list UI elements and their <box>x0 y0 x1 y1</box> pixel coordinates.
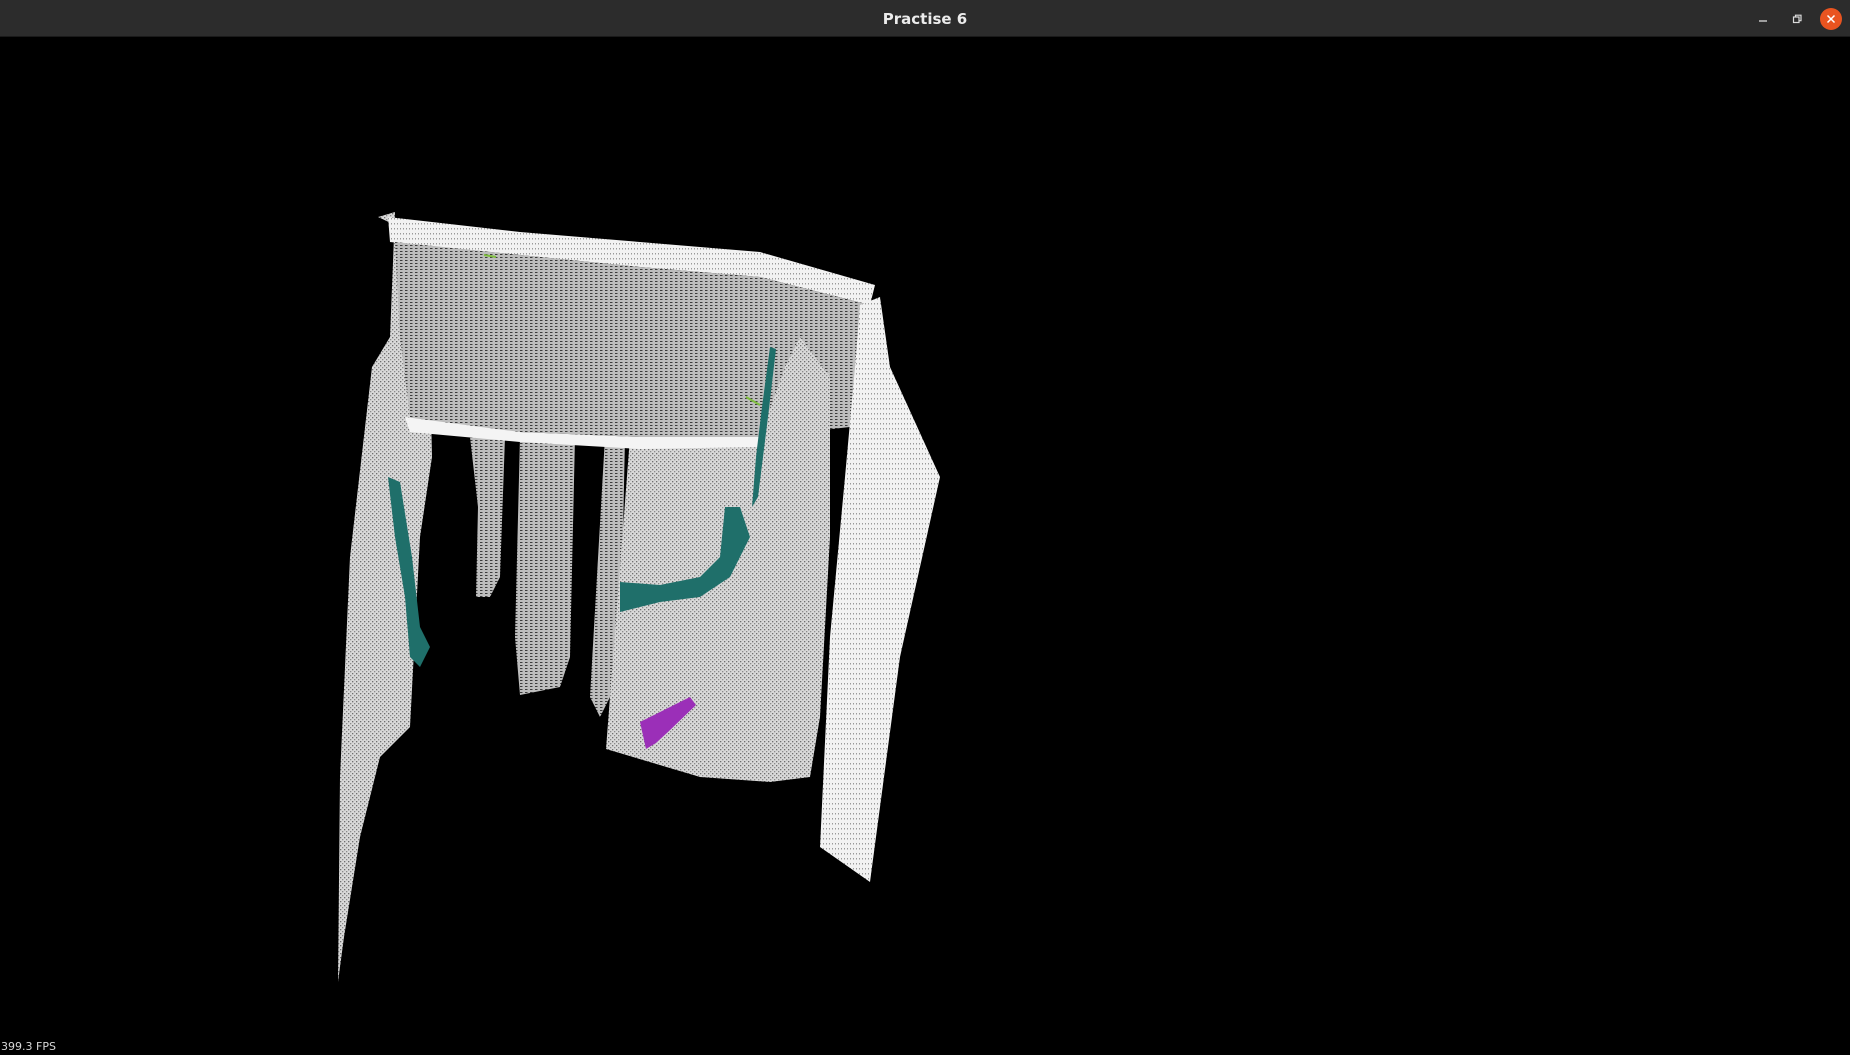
title-bar[interactable]: Practise 6 <box>0 0 1850 37</box>
maximize-button[interactable] <box>1786 8 1808 30</box>
column-mid-points <box>515 437 575 695</box>
minimize-button[interactable] <box>1752 8 1774 30</box>
restore-icon <box>1792 14 1802 24</box>
point-cloud <box>336 212 940 997</box>
application-window: Practise 6 399.3 FPS <box>0 0 1850 1055</box>
minimize-icon <box>1759 20 1767 22</box>
window-title: Practise 6 <box>882 10 968 28</box>
3d-viewport[interactable]: 399.3 FPS <box>0 37 1850 1055</box>
column-left-points <box>470 437 505 597</box>
close-icon <box>1826 14 1836 24</box>
close-button[interactable] <box>1820 8 1842 30</box>
fps-counter: 399.3 FPS <box>1 1040 56 1053</box>
